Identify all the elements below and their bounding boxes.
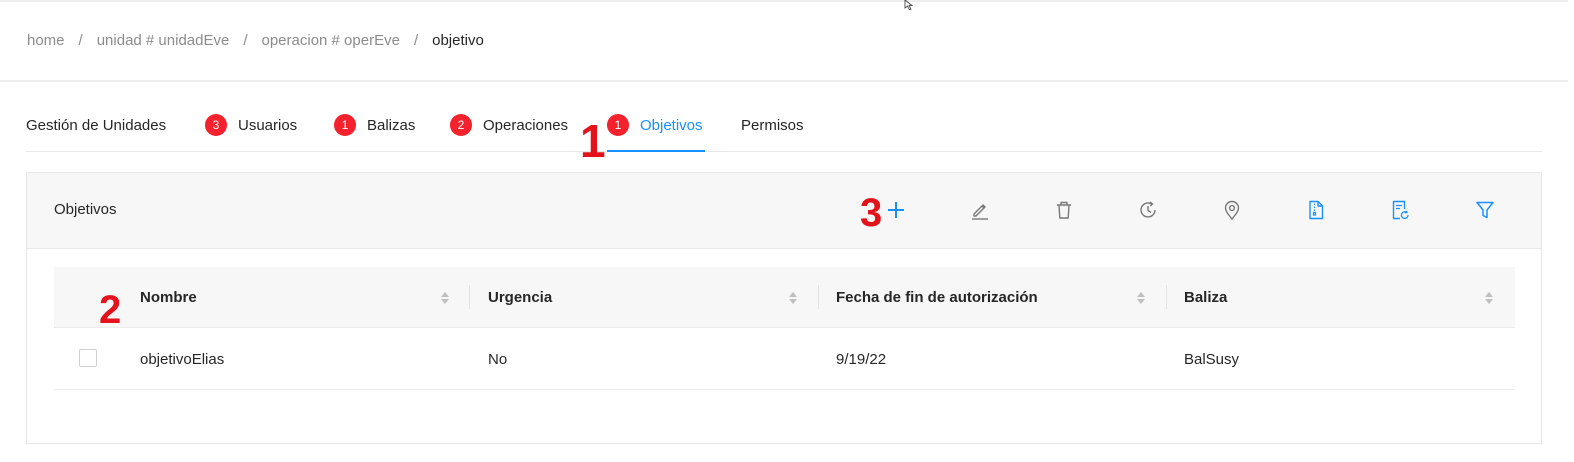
breadcrumb-unidad[interactable]: unidad # unidadEve [97,32,230,49]
history-button[interactable] [1135,197,1161,223]
count-badge: 1 [334,114,356,136]
tab-label: Balizas [367,117,416,134]
table-row[interactable]: objetivoElias No 9/19/22 BalSusy [54,328,1515,390]
file-icon [1309,200,1324,220]
tab-label: Permisos [741,117,804,134]
breadcrumb-separator: / [78,32,83,49]
annotation-marker-3: 3 [860,191,883,235]
count-badge: 2 [450,114,472,136]
active-tab-indicator [607,150,705,152]
file-refresh-icon [1392,200,1409,220]
count-badge: 1 [607,114,629,136]
row-checkbox[interactable] [79,349,97,367]
top-border [0,0,1568,2]
tab-operaciones[interactable]: 2 Operaciones [450,114,568,152]
tab-permisos[interactable]: Permisos [741,114,804,152]
sort-icon[interactable] [1136,289,1146,307]
breadcrumb-home[interactable]: home [27,32,65,49]
sort-icon[interactable] [788,289,798,307]
breadcrumb: home / unidad # unidadEve / operacion # … [27,32,484,49]
column-header-baliza[interactable]: Baliza [1184,267,1227,328]
tab-objetivos[interactable]: 1 Objetivos [607,114,703,152]
tab-balizas[interactable]: 1 Balizas [334,114,415,152]
tab-label: Gestión de Unidades [26,117,167,134]
tab-label: Operaciones [483,117,569,134]
objetivos-panel: Objetivos Nombre Urgencia Fecha de fin d… [26,172,1542,444]
tab-label: Usuarios [238,117,298,134]
add-button[interactable] [883,197,909,223]
annotation-marker-2: 2 [99,288,122,332]
panel-header: Objetivos [27,173,1541,249]
mouse-cursor-icon [904,0,914,10]
sort-icon[interactable] [1484,289,1494,307]
plus-icon [888,202,904,218]
column-header-nombre[interactable]: Nombre [140,267,197,328]
column-header-urgencia[interactable]: Urgencia [488,267,552,328]
document-button[interactable] [1303,197,1329,223]
delete-icon [1057,201,1071,219]
column-divider [469,285,470,309]
panel-title: Objetivos [54,201,117,218]
edit-icon [972,204,988,220]
count-badge: 3 [205,114,227,136]
breadcrumb-operacion[interactable]: operacion # operEve [262,32,400,49]
filter-button[interactable] [1472,197,1498,223]
tab-gestion-unidades[interactable]: Gestión de Unidades [26,114,166,152]
delete-button[interactable] [1051,197,1077,223]
document-refresh-button[interactable] [1387,197,1413,223]
breadcrumb-separator: / [413,32,419,49]
tab-usuarios[interactable]: 3 Usuarios [205,114,297,152]
sort-icon[interactable] [440,289,450,307]
breadcrumb-separator: / [243,32,248,49]
filter-icon [1476,201,1494,219]
history-icon [1140,201,1156,218]
breadcrumb-current: objetivo [432,32,484,49]
location-button[interactable] [1219,197,1245,223]
cell-nombre: objetivoElias [140,350,225,368]
cell-urgencia: No [488,350,508,368]
tabs-divider [26,151,1542,152]
edit-button[interactable] [967,197,993,223]
column-header-fecha[interactable]: Fecha de fin de autorización [836,267,1038,328]
annotation-marker-1: 1 [580,115,606,167]
cell-baliza: BalSusy [1184,350,1240,368]
column-divider [818,285,819,309]
cell-fecha: 9/19/22 [836,350,887,368]
tab-label: Objetivos [640,117,703,134]
table-header: Nombre Urgencia Fecha de fin de autoriza… [54,267,1515,328]
location-icon [1224,200,1240,221]
header-divider [0,80,1568,82]
column-divider [1166,285,1167,309]
